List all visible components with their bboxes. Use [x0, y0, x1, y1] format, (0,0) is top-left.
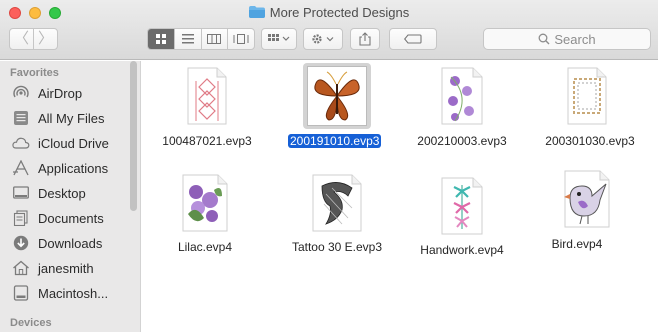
arrange-button[interactable]	[261, 28, 297, 50]
gallery-view-button[interactable]	[228, 29, 254, 49]
embroidery-file-icon	[441, 67, 483, 125]
documents-icon	[11, 209, 31, 227]
sidebar-item-downloads[interactable]: Downloads	[11, 232, 102, 254]
view-mode-selector	[147, 28, 255, 50]
list-view-button[interactable]	[175, 29, 202, 49]
tattoo-design-icon	[312, 174, 362, 232]
sidebar-item-label: Downloads	[38, 235, 103, 251]
sidebar-item-documents[interactable]: Documents	[11, 207, 104, 229]
list-view-icon	[181, 34, 194, 44]
share-button[interactable]	[350, 28, 380, 50]
gallery-view-icon	[233, 34, 249, 44]
search-placeholder: Search	[554, 31, 596, 47]
file-name: 200301030.evp3	[545, 134, 635, 148]
column-view-icon	[207, 34, 222, 44]
file-name: Tattoo 30 E.evp3	[291, 240, 383, 254]
sidebar-item-label: Macintosh...	[38, 285, 109, 301]
icon-view-button[interactable]	[148, 29, 175, 49]
search-icon	[538, 33, 550, 45]
home-icon	[11, 259, 31, 277]
sidebar-item-macintosh[interactable]: Macintosh...	[11, 282, 108, 304]
sidebar-item-label: iCloud Drive	[38, 135, 109, 151]
file-name: 100487021.evp3	[162, 134, 252, 148]
file-name: Lilac.evp4	[177, 240, 233, 254]
sidebar-item-label: AirDrop	[38, 85, 83, 101]
butterfly-design-icon	[307, 66, 367, 126]
title-bar: More Protected Designs 〈 〉 Search	[0, 0, 658, 60]
all-files-icon	[11, 109, 31, 127]
sidebar-item-label: Documents	[38, 210, 104, 226]
window-title-text: More Protected Designs	[269, 5, 410, 20]
cloud-icon	[11, 134, 31, 152]
desktop-icon	[11, 184, 31, 202]
window-title: More Protected Designs	[0, 5, 658, 20]
sidebar-item-applications[interactable]: Applications	[11, 157, 108, 179]
search-input[interactable]: Search	[483, 28, 651, 50]
navigation-buttons: 〈 〉	[9, 28, 58, 50]
embroidery-file-icon	[567, 67, 607, 125]
sidebar-item-janesmith[interactable]: janesmith	[11, 257, 94, 279]
file-grid: 100487021.evp3 200191010.evp3 200210003.…	[142, 61, 658, 332]
handwork-design-icon	[441, 177, 483, 235]
sidebar-item-label: janesmith	[38, 260, 94, 276]
column-view-button[interactable]	[202, 29, 229, 49]
sidebar-item-airdrop[interactable]: AirDrop	[11, 82, 82, 104]
lilac-design-icon	[182, 174, 228, 232]
disk-icon	[11, 284, 31, 302]
airdrop-icon	[11, 84, 31, 102]
sidebar-item-icloud-drive[interactable]: iCloud Drive	[11, 132, 109, 154]
sidebar-item-all-my-files[interactable]: All My Files	[11, 107, 104, 129]
arrange-grid-icon	[268, 34, 290, 41]
sidebar-section-devices: Devices	[10, 317, 52, 329]
file-name: Bird.evp4	[551, 237, 603, 251]
sidebar: Favorites AirDrop All My Files iCloud Dr…	[0, 61, 141, 332]
gear-icon	[312, 34, 334, 44]
sidebar-item-label: Applications	[38, 160, 109, 176]
applications-icon	[11, 159, 31, 177]
back-button[interactable]: 〈	[10, 29, 34, 49]
bird-design-icon	[564, 170, 610, 228]
file-name: 200191010.evp3	[288, 134, 382, 148]
tag-icon	[404, 34, 422, 44]
action-menu-button[interactable]	[303, 28, 343, 50]
icon-view-icon	[155, 34, 166, 44]
share-icon	[359, 32, 371, 46]
file-name: 200210003.evp3	[417, 134, 507, 148]
tag-button[interactable]	[389, 28, 437, 50]
forward-button[interactable]: 〉	[34, 29, 57, 49]
downloads-icon	[11, 234, 31, 252]
sidebar-item-label: All My Files	[38, 110, 105, 126]
embroidery-file-icon	[187, 67, 227, 125]
folder-icon	[248, 6, 265, 18]
sidebar-scrollbar[interactable]	[130, 61, 137, 211]
file-name: Handwork.evp4	[420, 243, 504, 257]
sidebar-item-desktop[interactable]: Desktop	[11, 182, 86, 204]
sidebar-section-favorites: Favorites	[10, 67, 59, 79]
sidebar-item-label: Desktop	[38, 185, 86, 201]
